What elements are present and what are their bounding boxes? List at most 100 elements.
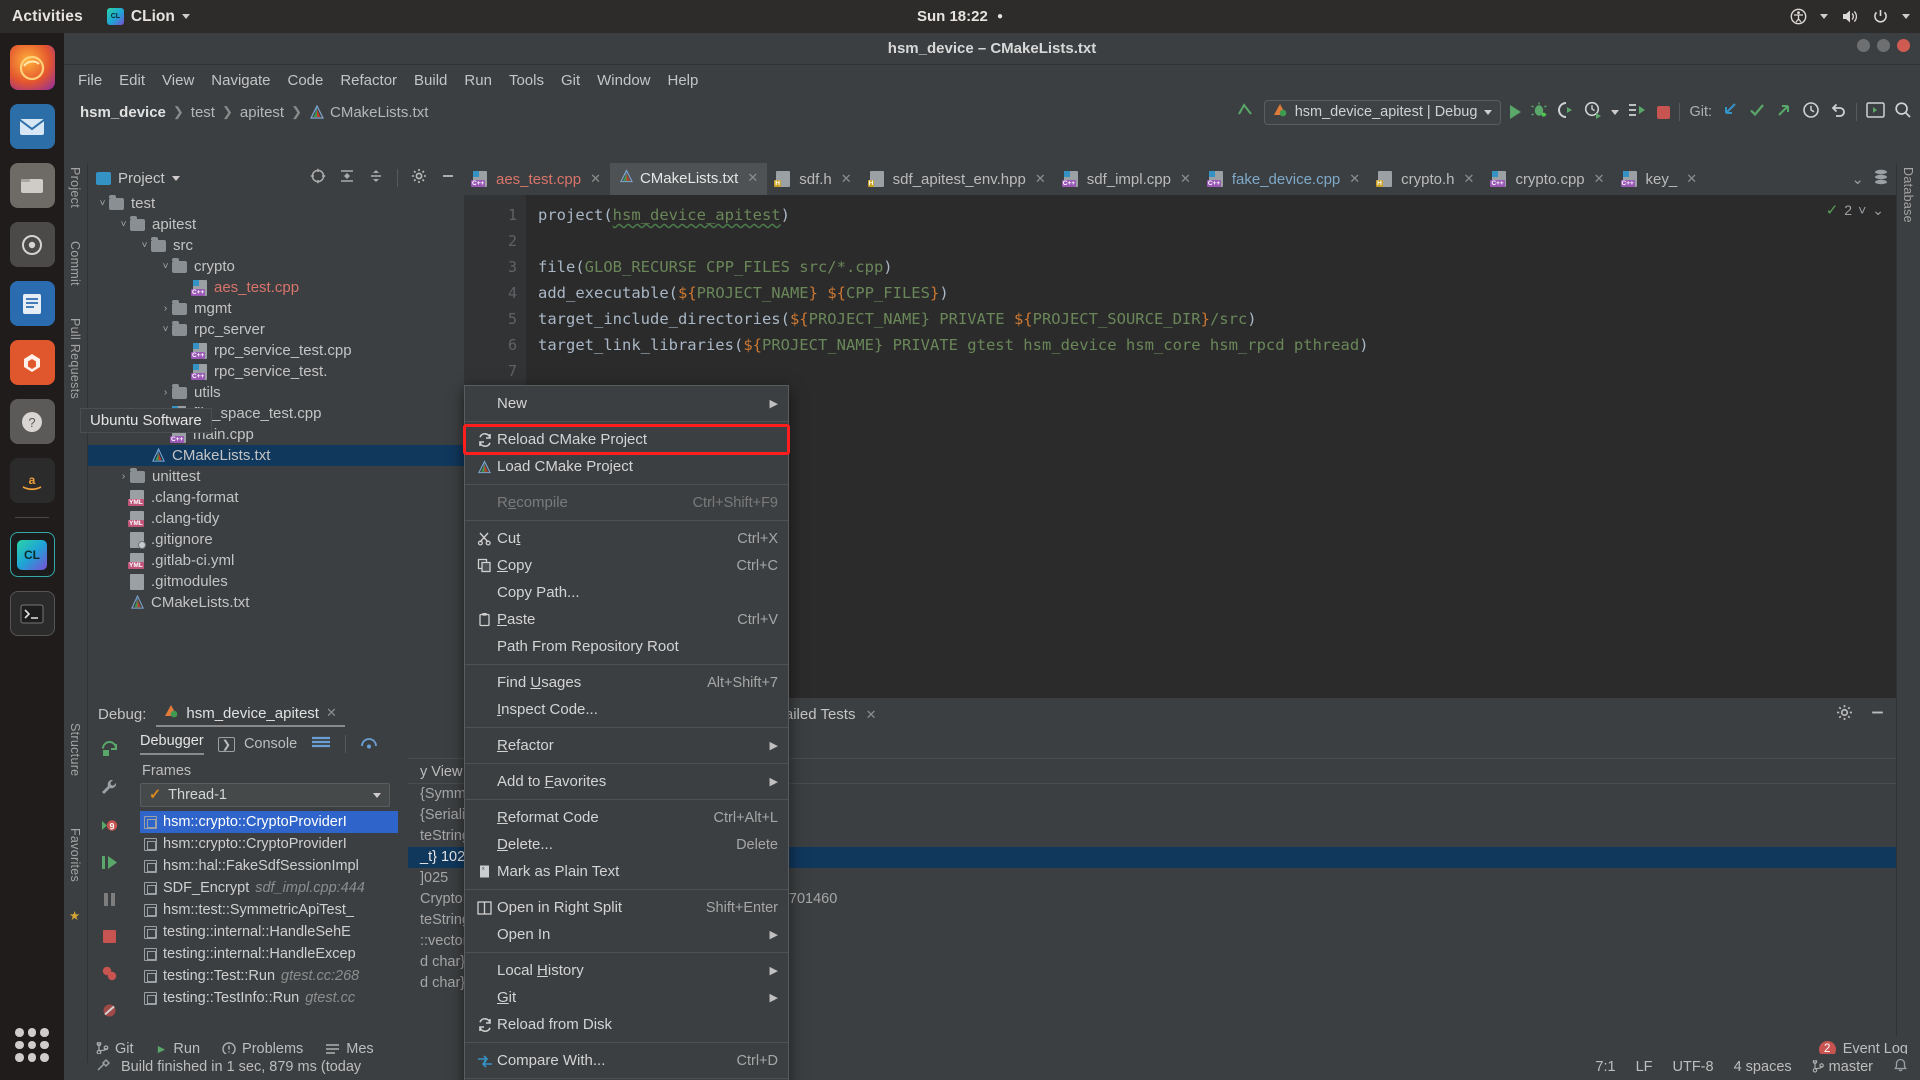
- line-separator[interactable]: LF: [1636, 1059, 1653, 1075]
- stop-button[interactable]: [1657, 105, 1671, 119]
- menu-code[interactable]: Code: [287, 72, 323, 89]
- breadcrumb-test[interactable]: test: [191, 104, 215, 121]
- dock-settings-icon[interactable]: [9, 222, 55, 267]
- stack-frame-row[interactable]: testing::Test::Run gtest.cc:268: [140, 965, 398, 987]
- editor-tab-cmakelists-txt[interactable]: CMakeLists.txt ✕: [609, 163, 768, 195]
- editor-tab-crypto-cpp[interactable]: C++ crypto.cpp ✕: [1483, 163, 1613, 195]
- failed-tests-tab[interactable]: ailed Tests ✕: [785, 706, 877, 723]
- tree-node-rpc-server[interactable]: ˅ rpc_server: [88, 319, 464, 340]
- inspection-widget[interactable]: ✓ 2 ˅ ⌄: [1826, 201, 1884, 220]
- accessibility-icon[interactable]: [1790, 8, 1807, 25]
- dock-libreoffice-icon[interactable]: [9, 281, 55, 326]
- close-icon[interactable]: ✕: [1686, 171, 1697, 187]
- tree-node-utils[interactable]: › utils: [88, 382, 464, 403]
- menu-item-mark-as-plain-text[interactable]: x Mark as Plain Text: [465, 858, 788, 885]
- stack-frame-row[interactable]: testing::TestInfo::Run gtest.cc: [140, 987, 398, 1009]
- menu-item-reload-from-disk[interactable]: Reload from Disk: [465, 1011, 788, 1038]
- menu-refactor[interactable]: Refactor: [340, 72, 397, 89]
- close-icon-debug-tab[interactable]: ✕: [326, 705, 337, 721]
- menu-item-new[interactable]: New ▶: [465, 390, 788, 417]
- dock-thunderbird-icon[interactable]: [9, 104, 55, 149]
- close-icon[interactable]: ✕: [1594, 171, 1605, 187]
- close-icon-failed-tests[interactable]: ✕: [866, 707, 877, 722]
- close-icon[interactable]: ✕: [1349, 171, 1360, 187]
- tree-node-src[interactable]: ˅ src: [88, 235, 464, 256]
- chevron-right-icon[interactable]: ›: [159, 303, 172, 314]
- chevron-down-icon[interactable]: ˅: [138, 240, 151, 251]
- caret-position[interactable]: 7:1: [1595, 1059, 1615, 1075]
- menu-git[interactable]: Git: [561, 72, 580, 89]
- debug-button[interactable]: [1530, 101, 1548, 123]
- tree-node--clang-format[interactable]: YML .clang-format: [88, 487, 464, 508]
- chevron-down-icon[interactable]: ˅: [159, 324, 172, 335]
- dock-terminal-icon[interactable]: [9, 591, 55, 636]
- chevron-down-icon[interactable]: ˅: [96, 198, 109, 209]
- terminal-toolbar-icon[interactable]: [1866, 102, 1885, 122]
- dock-help-icon[interactable]: ?: [9, 399, 55, 444]
- strip-database[interactable]: Database: [1901, 167, 1915, 223]
- menu-item-delete[interactable]: Delete... Delete: [465, 831, 788, 858]
- code-line[interactable]: file(GLOB_RECURSE CPP_FILES src/*.cpp): [526, 254, 1896, 280]
- stack-frame-row[interactable]: SDF_Encrypt sdf_impl.cpp:444: [140, 877, 398, 899]
- chevron-down-icon-runconfig[interactable]: [1484, 109, 1493, 115]
- dock-ubuntu-software-icon[interactable]: [9, 340, 55, 385]
- menu-item-open-in[interactable]: Open In ▶: [465, 921, 788, 948]
- tree-node-aes-test-cpp[interactable]: C++ aes_test.cpp: [88, 277, 464, 298]
- tree-node-rpc-service-test-cpp[interactable]: C++ rpc_service_test.cpp: [88, 340, 464, 361]
- menu-item-reload-cmake-project[interactable]: Reload CMake Project: [463, 424, 790, 455]
- strip-structure[interactable]: Structure: [68, 723, 82, 776]
- stack-frame-row[interactable]: hsm::test::SymmetricApiTest_: [140, 899, 398, 921]
- dock-files-icon[interactable]: [9, 163, 55, 208]
- tree-node-rpc-service-test-[interactable]: C++ rpc_service_test.: [88, 361, 464, 382]
- code-lines[interactable]: project(hsm_device_apitest) file(GLOB_RE…: [526, 202, 1896, 384]
- debug-session-tab[interactable]: hsm_device_apitest ✕: [156, 702, 345, 727]
- stack-frame-row[interactable]: testing::internal::HandleExcep: [140, 943, 398, 965]
- chevron-down-icon-a11y[interactable]: [1820, 14, 1828, 19]
- volume-icon[interactable]: [1841, 8, 1859, 25]
- project-panel-title-group[interactable]: Project: [96, 170, 180, 187]
- menu-item-copy-path[interactable]: Copy Path...: [465, 579, 788, 606]
- file-context-menu[interactable]: New ▶ Reload CMake Project Load CMake Proje…: [463, 385, 790, 1080]
- tree-node--gitlab-ci-yml[interactable]: YML .gitlab-ci.yml: [88, 550, 464, 571]
- show-applications-button[interactable]: [15, 1028, 49, 1062]
- tree-node-unittest[interactable]: › unittest: [88, 466, 464, 487]
- code-line[interactable]: [526, 358, 1896, 384]
- chevron-down-icon-thread[interactable]: [373, 792, 381, 798]
- power-icon[interactable]: [1872, 8, 1889, 25]
- menu-navigate[interactable]: Navigate: [211, 72, 270, 89]
- menu-run[interactable]: Run: [464, 72, 492, 89]
- tree-node-apitest[interactable]: ˅ apitest: [88, 214, 464, 235]
- run-configuration-selector[interactable]: hsm_device_apitest | Debug: [1263, 99, 1502, 125]
- close-icon[interactable]: ✕: [590, 171, 601, 187]
- menu-tools[interactable]: Tools: [509, 72, 544, 89]
- menu-build[interactable]: Build: [414, 72, 447, 89]
- editor-tab-key-[interactable]: C++ key_ ✕: [1614, 163, 1707, 195]
- menu-view[interactable]: View: [162, 72, 194, 89]
- coverage-icon[interactable]: [1628, 101, 1648, 123]
- git-update-icon[interactable]: [1721, 101, 1739, 123]
- search-everywhere-icon[interactable]: [1894, 101, 1912, 123]
- menu-item-open-in-right-split[interactable]: Open in Right Split Shift+Enter: [465, 894, 788, 921]
- chevron-down-icon-tabs[interactable]: ⌄: [1851, 170, 1864, 188]
- rerun-icon[interactable]: [100, 739, 119, 762]
- menu-item-cut[interactable]: Cut Ctrl+X: [465, 525, 788, 552]
- scroll-from-source-icon[interactable]: [310, 168, 326, 188]
- tree-node-mgmt[interactable]: › mgmt: [88, 298, 464, 319]
- close-icon[interactable]: ✕: [841, 171, 852, 187]
- notifications-icon[interactable]: [1893, 1058, 1908, 1077]
- wrench-icon[interactable]: [100, 778, 119, 801]
- chevron-right-icon[interactable]: ›: [117, 471, 130, 482]
- menu-item-copy[interactable]: Copy Ctrl+C: [465, 552, 788, 579]
- step-over-icon[interactable]: [360, 735, 378, 753]
- tree-node-cmakelists-txt[interactable]: CMakeLists.txt: [88, 592, 464, 613]
- code-line[interactable]: target_include_directories(${PROJECT_NAM…: [526, 306, 1896, 332]
- thread-selector[interactable]: ✓ Thread-1: [140, 783, 390, 807]
- attach-debugger-icon[interactable]: [1557, 101, 1575, 123]
- menu-window[interactable]: Window: [597, 72, 650, 89]
- menu-item-local-history[interactable]: Local History ▶: [465, 957, 788, 984]
- tree-node--gitignore[interactable]: .gitignore: [88, 529, 464, 550]
- chevron-down-icon[interactable]: ˅: [117, 219, 130, 230]
- stack-frame-row[interactable]: testing::internal::HandleSehE: [140, 921, 398, 943]
- stop-icon-debug[interactable]: [100, 928, 119, 949]
- app-menu-clion[interactable]: CLion: [106, 8, 190, 26]
